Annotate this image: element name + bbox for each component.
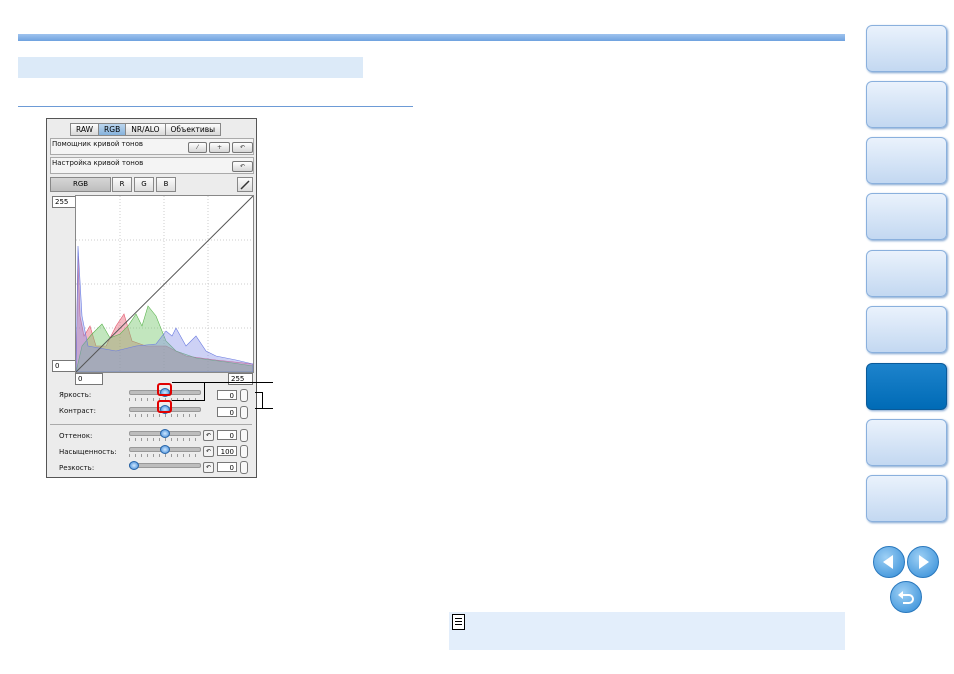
hue-slider-ticks [129,438,199,441]
channel-g-button[interactable]: G [134,177,154,192]
sharpness-value-field[interactable]: 0 [217,462,237,472]
nav-tab-1[interactable] [866,25,947,72]
callout-line-slider-v [204,382,205,401]
histogram-tone-curve-graph[interactable] [75,195,254,373]
nav-tab-8[interactable] [866,419,947,466]
channel-b-button[interactable]: B [156,177,176,192]
tab-nr-alo[interactable]: NR/ALO [125,123,166,136]
channel-rgb-button[interactable]: RGB [50,177,111,192]
callout-line-lower [262,408,273,409]
arrow-right-icon [919,555,929,569]
tone-curve-adjust-label: Настройка кривой тонов [52,159,144,167]
brightness-label: Яркость: [59,391,92,399]
callout-bracket-side [262,392,263,409]
brightness-thumb-highlight [157,383,172,396]
hue-spinner[interactable] [240,429,248,442]
section-heading-bar [18,57,363,78]
hue-label: Оттенок: [59,432,93,440]
tab-rgb[interactable]: RGB [98,123,127,136]
hue-reset-button[interactable]: ↶ [203,430,214,441]
tone-curve-assist-row: Помощник кривой тонов ⁄ + ↶ [50,138,254,155]
next-page-button[interactable] [907,546,939,578]
input-min-value: 0 [75,373,103,385]
reset-curve-assist-button[interactable]: ↶ [232,142,253,153]
saturation-label: Насыщенность: [59,448,117,456]
top-accent-bar [18,34,845,41]
contrast-value-field[interactable]: 0 [217,407,237,417]
callout-line-slider-h [172,382,205,383]
saturation-reset-button[interactable]: ↶ [203,446,214,457]
tone-curve-adjust-row: Настройка кривой тонов ↶ [50,157,254,174]
nav-tab-9[interactable] [866,475,947,522]
nav-tab-3[interactable] [866,137,947,184]
contrast-spinner[interactable] [240,406,248,419]
sharpness-slider-track[interactable] [129,463,201,468]
sharpness-reset-button[interactable]: ↶ [203,462,214,473]
contrast-slider-ticks [129,414,199,417]
tone-curve-assist-label: Помощник кривой тонов [52,140,144,148]
hue-slider-thumb[interactable] [160,429,170,438]
tab-raw[interactable]: RAW [70,123,100,136]
prev-page-button[interactable] [873,546,905,578]
contrast-label: Контраст: [59,407,96,415]
saturation-slider-thumb[interactable] [160,445,170,454]
sharpness-spinner[interactable] [240,461,248,474]
note-icon [452,614,465,630]
saturation-spinner[interactable] [240,445,248,458]
nav-tab-4[interactable] [866,193,947,240]
contrast-thumb-highlight [157,400,172,413]
input-max-value: 255 [228,373,253,385]
saturation-slider-ticks [129,454,199,457]
hue-value-field[interactable]: 0 [217,430,237,440]
histogram-chart [75,195,254,373]
sharpness-slider-thumb[interactable] [129,461,139,470]
eyedropper-button[interactable] [237,177,253,192]
callout-line-upper [205,382,273,383]
channel-r-button[interactable]: R [112,177,132,192]
auto-curve-standard-button[interactable]: ⁄ [188,142,207,153]
tab-lens[interactable]: Объективы [164,123,222,136]
nav-tab-5[interactable] [866,250,947,297]
nav-tab-6[interactable] [866,306,947,353]
auto-curve-strong-button[interactable]: + [209,142,230,153]
return-arrow-icon [898,591,914,604]
sharpness-label: Резкость: [59,464,95,472]
back-button[interactable] [890,581,922,613]
nav-tab-7-active[interactable] [866,363,947,410]
slider-group-divider [50,424,252,425]
brightness-spinner[interactable] [240,389,248,402]
nav-tab-2[interactable] [866,81,947,128]
saturation-value-field[interactable]: 100 [217,446,237,456]
tool-palette-panel: RAW RGB NR/ALO Объективы Помощник кривой… [46,118,257,478]
histogram-blue [75,245,254,373]
eyedropper-icon [240,180,250,190]
section-divider [18,106,413,107]
tab-bar: RAW RGB NR/ALO Объективы [70,123,222,136]
callout-line-slider-h2 [172,400,205,401]
brightness-value-field[interactable]: 0 [217,390,237,400]
arrow-left-icon [883,555,893,569]
reset-curve-adjust-button[interactable]: ↶ [232,161,253,172]
note-box [449,612,845,650]
